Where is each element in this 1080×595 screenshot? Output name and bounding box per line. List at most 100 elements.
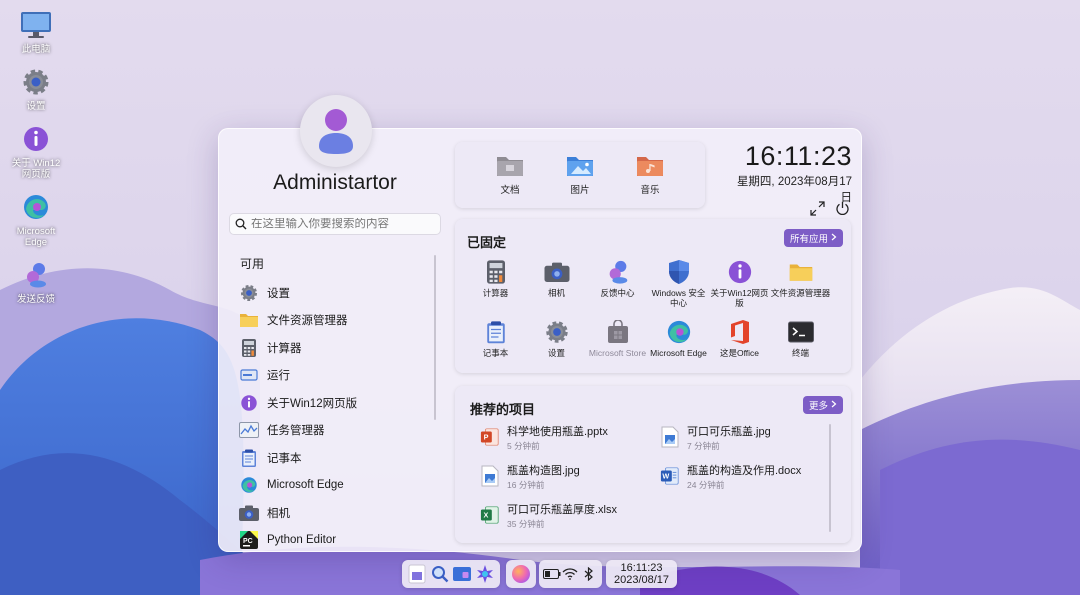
calculator-icon [239, 338, 259, 358]
pinned-label: 设置 [547, 348, 565, 358]
fullscreen-icon[interactable] [810, 201, 825, 221]
task-manager-icon [239, 420, 259, 440]
copilot-icon[interactable] [475, 564, 495, 584]
taskbar-clock[interactable]: 16:11:23 2023/08/17 [606, 560, 677, 588]
recommended-scrollbar[interactable] [829, 424, 831, 532]
app-item-camera[interactable]: 相机 [239, 499, 439, 527]
app-item-settings[interactable]: 设置 [239, 279, 439, 307]
widgets-icon[interactable] [452, 564, 472, 584]
app-item-run[interactable]: 运行 [239, 362, 439, 390]
office-icon [727, 319, 753, 345]
folder-documents[interactable]: 文档 [496, 154, 524, 196]
recommended-item-name: 可口可乐瓶盖.jpg [687, 425, 771, 438]
search-icon[interactable] [430, 564, 450, 584]
image-file-icon [480, 464, 500, 488]
start-menu: Administartor 可用 设置 文件资源管理器 计算器 运行 关于Win… [218, 95, 862, 555]
edge-icon [19, 190, 53, 224]
desktop-item-feedback[interactable]: 发送反馈 [6, 258, 66, 305]
desktop-item-this-pc[interactable]: 此电脑 [6, 8, 66, 55]
app-item-label: 运行 [267, 370, 290, 383]
pinned-office[interactable]: 这是Office [709, 319, 770, 373]
pinned-terminal[interactable]: 终端 [770, 319, 831, 373]
avatar[interactable] [300, 95, 372, 167]
recommended-item[interactable]: P 科学地使用瓶盖.pptx 5 分钟前 [480, 424, 660, 451]
app-item-label: Python Editor [267, 534, 337, 547]
pinned-label: 记事本 [482, 348, 509, 358]
pinned-label: 相机 [547, 288, 565, 298]
folder-music[interactable]: 音乐 [636, 154, 664, 196]
chevron-right-icon [831, 233, 837, 244]
app-item-task-manager[interactable]: 任务管理器 [239, 417, 439, 445]
bluetooth-icon[interactable] [580, 564, 598, 584]
app-item-label: 文件资源管理器 [267, 315, 348, 328]
app-item-file-explorer[interactable]: 文件资源管理器 [239, 307, 439, 335]
recommended-item-time: 24 分钟前 [687, 479, 725, 490]
clock-time: 16:11:23 [744, 141, 852, 171]
search-icon [235, 218, 247, 230]
svg-text:X: X [483, 511, 488, 520]
start-icon[interactable] [407, 564, 427, 584]
desktop-item-label: 关于 Win12 网页版 [11, 158, 61, 180]
pinned-label: 反馈中心 [600, 288, 635, 298]
available-label: 可用 [240, 257, 265, 271]
svg-text:P: P [484, 433, 489, 442]
pinned-windows-security[interactable]: Windows 安全中心 [648, 259, 709, 313]
music-folder-icon [636, 154, 664, 178]
pinned-edge[interactable]: Microsoft Edge [648, 319, 709, 373]
wifi-icon[interactable] [561, 564, 579, 584]
recommended-item-time: 35 分钟前 [507, 518, 545, 529]
pinned-title: 已固定 [467, 235, 507, 250]
all-apps-button[interactable]: 所有应用 [783, 229, 843, 247]
search-input[interactable] [251, 218, 431, 230]
taskbar-time: 16:11:23 [620, 562, 663, 574]
app-item-edge[interactable]: Microsoft Edge [239, 472, 439, 500]
app-item-label: 设置 [267, 287, 290, 300]
desktop-item-label: 设置 [26, 101, 46, 112]
pinned-about[interactable]: 关于Win12网页版 [709, 259, 770, 313]
pinned-camera[interactable]: 相机 [526, 259, 587, 313]
recommended-item[interactable]: 瓶盖构造图.jpg 16 分钟前 [480, 463, 660, 490]
desktop-item-edge[interactable]: Microsoft Edge [6, 190, 66, 248]
pinned-feedback[interactable]: 反馈中心 [587, 259, 648, 313]
app-item-calculator[interactable]: 计算器 [239, 334, 439, 362]
app-item-about[interactable]: 关于Win12网页版 [239, 389, 439, 417]
app-item-label: 记事本 [267, 452, 302, 465]
folder-icon [239, 310, 259, 330]
folder-icon [788, 259, 814, 285]
recommended-item[interactable]: 可口可乐瓶盖.jpg 7 分钟前 [660, 424, 840, 451]
desktop-item-about[interactable]: 关于 Win12 网页版 [6, 122, 66, 180]
pinned-calculator[interactable]: 计算器 [465, 259, 526, 313]
desktop-icons: 此电脑 设置 关于 Win12 网页版 Microsoft Edge 发送反馈 [6, 8, 66, 315]
app-item-notepad[interactable]: 记事本 [239, 444, 439, 472]
pinned-file-explorer[interactable]: 文件资源管理器 [770, 259, 831, 313]
camera-icon [239, 503, 259, 523]
system-tray [539, 560, 602, 588]
pinned-settings[interactable]: 设置 [526, 319, 587, 373]
power-icon[interactable] [835, 201, 850, 221]
folder-pictures[interactable]: 图片 [566, 154, 594, 196]
search-box[interactable] [229, 213, 441, 235]
recommended-section: 推荐的项目 更多 P 科学地使用瓶盖.pptx 5 分钟前 可口可乐瓶盖.jpg 7… [455, 386, 851, 543]
desktop-item-label: 此电脑 [21, 44, 51, 55]
camera-icon [544, 259, 570, 285]
recommended-item[interactable]: W 瓶盖的构造及作用.docx 24 分钟前 [660, 463, 840, 490]
store-icon [605, 319, 631, 345]
app-item-python-editor[interactable]: PC Python Editor [239, 527, 439, 555]
pinned-notepad[interactable]: 记事本 [465, 319, 526, 373]
app-item-label: 相机 [267, 507, 290, 520]
more-button[interactable]: 更多 [802, 396, 843, 414]
taskbar-apps [402, 560, 500, 588]
desktop-item-label: 发送反馈 [16, 294, 55, 305]
app-list-scrollbar[interactable] [434, 255, 436, 420]
recommended-item[interactable]: X 可口可乐瓶盖厚度.xlsx 35 分钟前 [480, 502, 660, 529]
theme-orb-icon[interactable] [511, 564, 531, 584]
gear-icon [19, 65, 53, 99]
folder-label: 文档 [500, 185, 520, 196]
pinned-label: 这是Office [719, 348, 760, 358]
pinned-label: Microsoft Store [588, 348, 647, 358]
desktop-item-settings[interactable]: 设置 [6, 65, 66, 112]
info-icon [239, 393, 259, 413]
word-file-icon: W [660, 464, 680, 488]
battery-icon[interactable] [543, 564, 561, 584]
pinned-microsoft-store[interactable]: Microsoft Store [587, 319, 648, 373]
